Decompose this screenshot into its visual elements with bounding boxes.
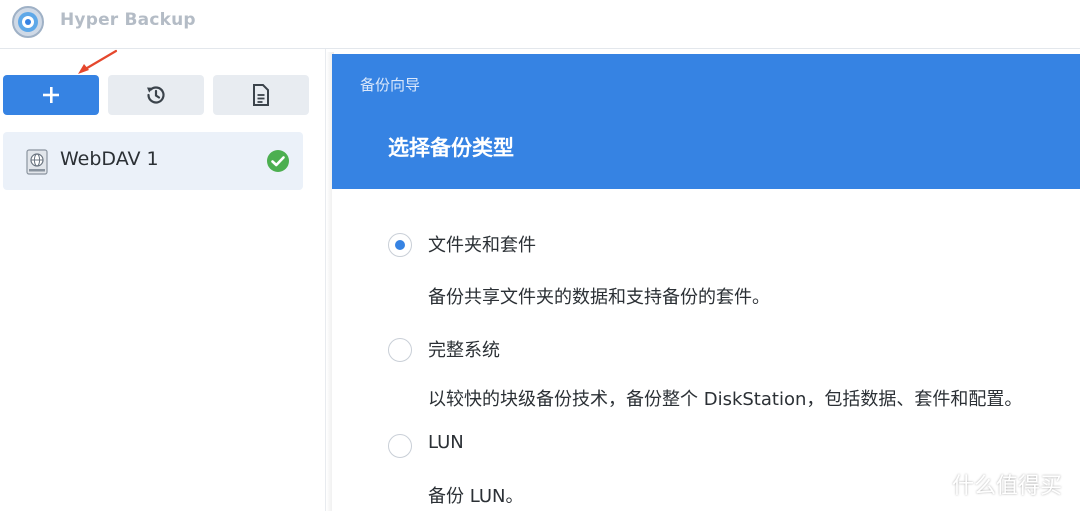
option-description: 以较快的块级备份技术，备份整个 DiskStation，包括数据、套件和配置。 <box>428 389 1023 410</box>
task-list-pane: WebDAV 1 <box>0 49 326 511</box>
document-icon <box>253 84 269 106</box>
watermark-text: 什么值得买 <box>952 474 1063 499</box>
title-bar: Hyper Backup <box>0 0 1080 49</box>
app-title: Hyper Backup <box>60 10 196 30</box>
webdav-drive-icon <box>26 149 48 175</box>
wizard-header: 备份向导 选择备份类型 <box>332 54 1080 189</box>
watermark: 什么值得买 <box>912 466 1077 502</box>
wizard-subtitle: 备份向导 <box>360 76 421 94</box>
task-item-webdav[interactable]: WebDAV 1 <box>3 132 303 190</box>
watermark-logo-icon <box>912 469 942 499</box>
plus-icon <box>43 87 59 103</box>
history-icon <box>147 86 165 104</box>
hyper-backup-logo-icon <box>12 6 44 38</box>
option-label: 文件夹和套件 <box>428 235 536 256</box>
wizard-title: 选择备份类型 <box>388 136 514 160</box>
backup-wizard: 备份向导 选择备份类型 文件夹和套件 备份共享文件夹的数据和支持备份的套件。 完… <box>332 54 1080 524</box>
option-description: 备份 LUN。 <box>428 486 524 507</box>
radio-lun[interactable] <box>388 434 412 458</box>
restore-history-button[interactable] <box>108 75 204 115</box>
radio-folders-packages[interactable] <box>388 233 412 257</box>
option-description: 备份共享文件夹的数据和支持备份的套件。 <box>428 287 770 308</box>
log-button[interactable] <box>213 75 309 115</box>
radio-full-system[interactable] <box>388 338 412 362</box>
success-check-icon <box>267 150 289 172</box>
option-label: LUN <box>428 432 464 453</box>
task-label: WebDAV 1 <box>60 148 159 170</box>
create-backup-button[interactable] <box>3 75 99 115</box>
option-label: 完整系统 <box>428 340 500 361</box>
